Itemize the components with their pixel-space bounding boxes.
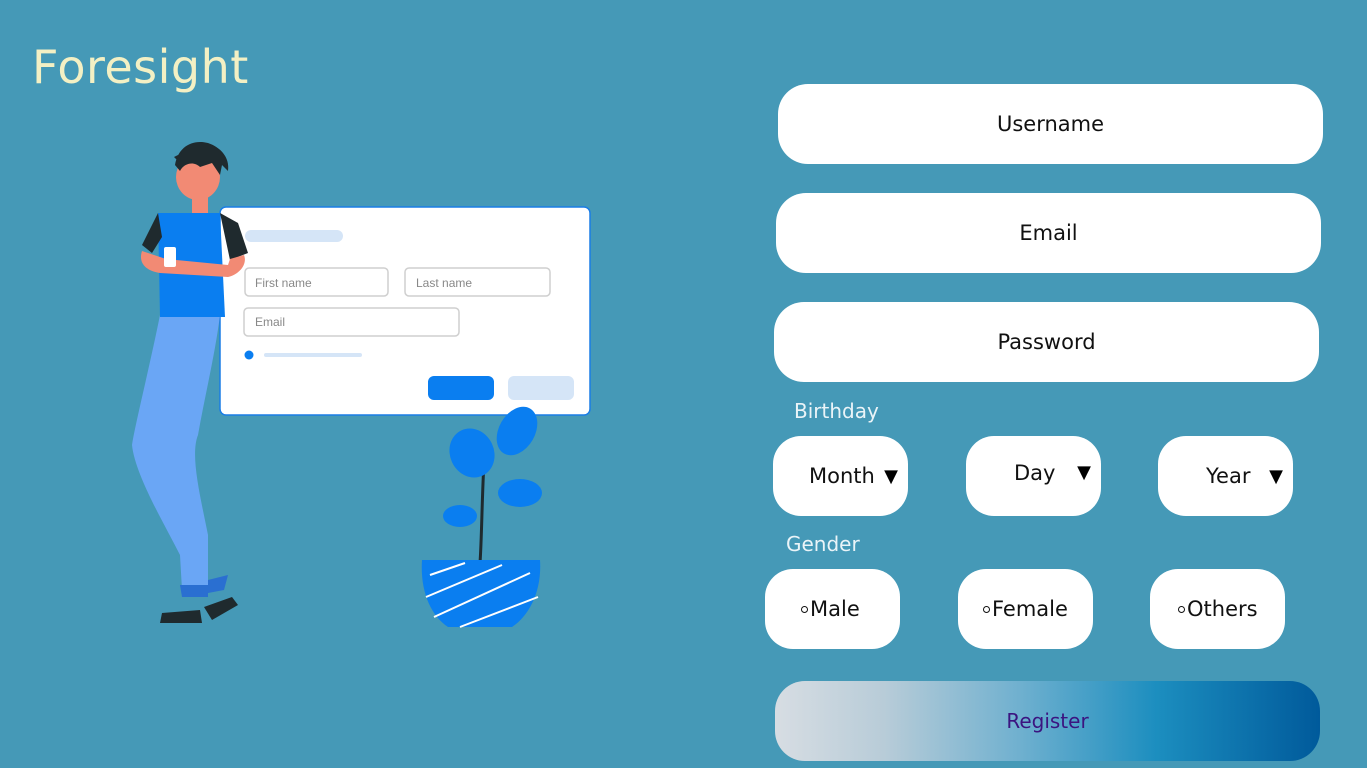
illustration-first-name-text: First name (255, 276, 312, 290)
gender-option-female[interactable]: Female (958, 569, 1093, 649)
day-select[interactable]: Day ▼ (966, 436, 1101, 516)
signup-illustration: First name Last name Email (132, 141, 591, 628)
gender-option-others[interactable]: Others (1150, 569, 1285, 649)
password-field[interactable] (774, 302, 1319, 382)
month-select[interactable]: Month ▼ (773, 436, 908, 516)
year-select[interactable]: Year ▼ (1158, 436, 1293, 516)
month-select-text: Month (809, 464, 875, 488)
radio-icon (983, 605, 990, 613)
radio-icon (1178, 605, 1185, 613)
illustration-last-name-text: Last name (416, 276, 472, 290)
year-select-text: Year (1206, 464, 1251, 488)
month-chevron-down-icon: ▼ (884, 466, 898, 487)
username-field[interactable] (778, 84, 1323, 164)
illustration-form-card: First name Last name Email (219, 206, 591, 416)
gender-option-label: Others (1187, 597, 1258, 621)
gender-option-label: Female (992, 597, 1068, 621)
illustration-email-text: Email (255, 315, 285, 329)
register-button[interactable]: Register (775, 681, 1320, 761)
app-title: Foresight (32, 40, 249, 94)
radio-icon (801, 605, 808, 613)
email-field[interactable] (776, 193, 1321, 273)
day-chevron-down-icon: ▼ (1077, 462, 1091, 483)
gender-option-label: Male (810, 597, 860, 621)
gender-label: Gender (786, 532, 860, 556)
gender-option-male[interactable]: Male (765, 569, 900, 649)
birthday-label: Birthday (794, 399, 879, 423)
day-select-text: Day (1014, 461, 1056, 485)
illustration-plant (421, 406, 542, 628)
year-chevron-down-icon: ▼ (1269, 466, 1283, 487)
